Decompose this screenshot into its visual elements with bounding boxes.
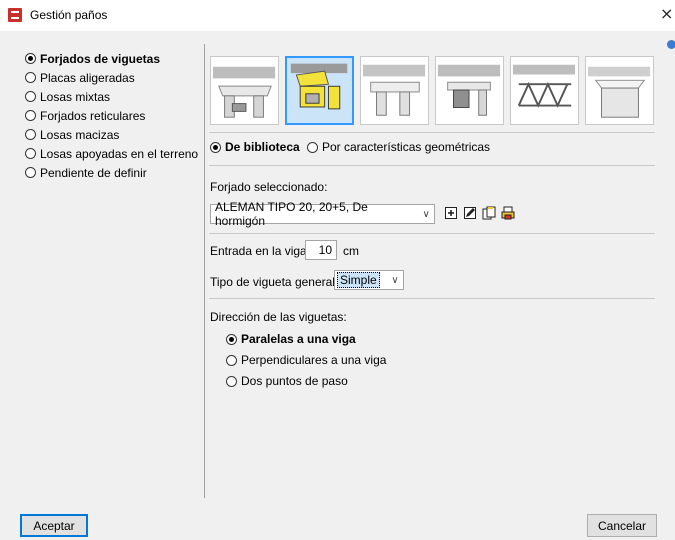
window-title: Gestión paños [30,8,108,22]
radio-icon[interactable] [25,91,36,102]
forjado-section-3-icon [362,64,426,116]
radio-icon[interactable] [25,72,36,83]
radio-icon[interactable] [25,167,36,178]
radio-icon[interactable] [25,53,36,64]
thumbnail-forjado-3[interactable] [360,56,429,125]
thumbnail-forjado-1[interactable] [210,56,279,125]
radio-icon[interactable] [25,148,36,159]
direccion-label: Dirección de las viguetas: [210,310,347,324]
category-losas-apoyadas[interactable]: Losas apoyadas en el terreno [25,144,200,163]
radio-icon[interactable] [25,110,36,121]
forjado-truss-icon [512,64,576,108]
tipo-value: Simple [337,272,380,288]
option-label: Paralelas a una viga [241,332,356,346]
divider [209,165,655,166]
entrada-input[interactable]: 10 [305,240,337,260]
category-placas-aligeradas[interactable]: Placas aligeradas [25,68,200,87]
edit-icon[interactable] [463,206,477,220]
option-label: Perpendiculares a una viga [241,353,387,367]
option-paralelas[interactable]: Paralelas a una viga [226,332,356,346]
panel-divider [204,44,205,498]
category-label: Losas macizas [40,127,120,142]
app-logo-icon [8,8,22,22]
radio-icon[interactable] [226,333,237,345]
category-forjados-reticulares[interactable]: Forjados reticulares [25,106,200,125]
thumbnail-forjado-4[interactable] [435,56,504,125]
category-losas-macizas[interactable]: Losas macizas [25,125,200,144]
copy-icon[interactable] [482,206,496,220]
category-pendiente[interactable]: Pendiente de definir [25,163,200,182]
category-label: Pendiente de definir [40,165,147,180]
radio-icon[interactable] [226,354,237,366]
close-icon[interactable]: × [660,4,673,23]
forjado-label: Forjado seleccionado: [210,180,328,194]
forjado-dropdown[interactable]: ALEMAN TIPO 20, 20+5, De hormigón ∨ [210,200,435,228]
radio-icon[interactable] [25,129,36,140]
thumbnail-forjado-2[interactable] [285,56,354,125]
category-list: Forjados de viguetas Placas aligeradas L… [25,49,200,182]
category-label: Losas mixtas [40,89,111,104]
accept-button[interactable]: Aceptar [20,514,88,537]
chevron-down-icon[interactable]: ∨ [387,275,403,286]
category-label: Losas apoyadas en el terreno [40,146,199,161]
forjado-section-2-icon [290,63,348,110]
entrada-unit: cm [343,244,359,258]
forjado-section-4-icon [437,64,501,116]
category-forjados-viguetas[interactable]: Forjados de viguetas [25,49,200,68]
entrada-label: Entrada en la viga [210,244,307,258]
category-label: Placas aligeradas [40,70,135,85]
option-por-caracteristicas[interactable]: Por características geométricas [307,140,490,154]
tipo-dropdown[interactable]: Simple ∨ [334,270,404,290]
forjado-section-1-icon [212,66,276,118]
forjado-slab-icon [587,66,651,118]
forjado-value: ALEMAN TIPO 20, 20+5, De hormigón [215,200,368,228]
option-perpendiculares[interactable]: Perpendiculares a una viga [226,353,386,367]
tipo-label: Tipo de vigueta general [210,275,335,289]
radio-icon[interactable] [210,141,221,153]
radio-icon[interactable] [307,141,318,153]
thumbnail-forjado-6[interactable] [585,56,654,125]
divider [209,132,655,133]
category-label: Forjados de viguetas [40,51,161,66]
option-label: Dos puntos de paso [241,374,348,388]
divider [209,233,655,234]
thumbnail-forjado-5[interactable] [510,56,579,125]
print-icon[interactable] [501,206,515,220]
category-losas-mixtas[interactable]: Losas mixtas [25,87,200,106]
category-label: Forjados reticulares [40,108,146,123]
help-icon[interactable] [667,40,675,49]
option-label: Por características geométricas [322,140,491,154]
divider [209,298,655,299]
cancel-button[interactable]: Cancelar [587,514,657,537]
option-dos-puntos[interactable]: Dos puntos de paso [226,374,348,388]
option-label: De biblioteca [225,140,300,154]
radio-icon[interactable] [226,375,237,387]
chevron-down-icon[interactable]: ∨ [418,209,434,220]
add-icon[interactable] [444,206,458,220]
option-de-biblioteca[interactable]: De biblioteca [210,140,300,154]
